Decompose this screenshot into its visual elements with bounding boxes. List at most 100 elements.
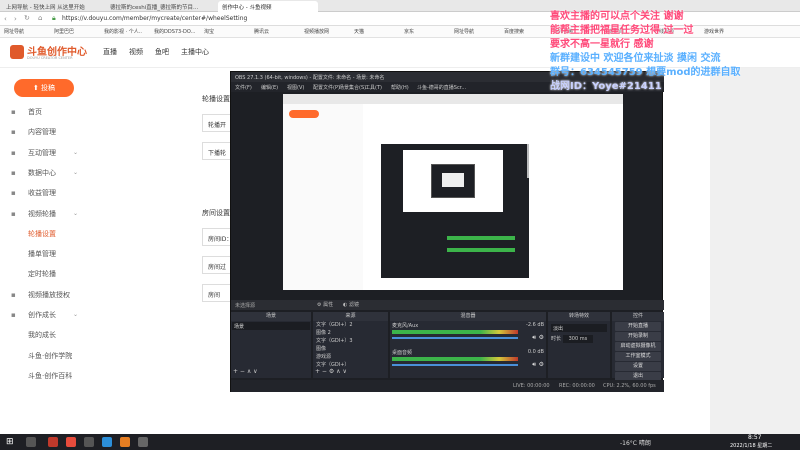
url-input[interactable]: https://v.douyu.com/member/mycreate/cent…	[62, 15, 247, 22]
obs-menu-item[interactable]: 编辑(E)	[261, 84, 278, 91]
refresh-icon[interactable]: ↻	[24, 14, 30, 22]
obs-control-button[interactable]: 开始直播	[615, 322, 661, 331]
growth-icon: ▪	[11, 311, 16, 319]
source-item[interactable]: 图像	[313, 345, 388, 353]
app-icon-4[interactable]	[120, 437, 130, 447]
sidebar-item[interactable]: 我的成长	[0, 325, 178, 345]
bookmark-item[interactable]: 天猫	[354, 28, 364, 35]
obs-menu-item[interactable]: 斗鱼-德哥的直播Scr...	[417, 84, 466, 91]
tab-douyu-live[interactable]: 德拉斯的ceshi直播_德拉斯的节目...	[106, 1, 214, 12]
bookmark-item[interactable]: 京东	[404, 28, 414, 35]
sidebar-item[interactable]: 定时轮播	[0, 264, 178, 284]
start-icon[interactable]: ⊞	[6, 437, 14, 447]
obs-menu-item[interactable]: 配置文件(P)	[313, 84, 340, 91]
back-icon[interactable]: ‹	[4, 15, 7, 23]
source-item[interactable]: 文字（GDI+）2	[313, 321, 388, 329]
duration-input[interactable]: 300 ms	[562, 335, 594, 343]
gear-icon[interactable]: ⚙	[539, 361, 544, 368]
obs-menu-item[interactable]: 工具(T)	[365, 84, 382, 91]
tab-navigation[interactable]: 上网导航 - 轻快上网 从这里开始	[2, 1, 102, 12]
volume-slider[interactable]	[392, 364, 518, 366]
sidebar-item-label: 首页	[28, 108, 42, 116]
source-item[interactable]: 游戏源	[313, 353, 388, 361]
sidebar-item-label: 斗鱼·创作百科	[28, 371, 73, 380]
obs-control-button[interactable]: 开始录制	[615, 332, 661, 341]
bookmark-item[interactable]: 网址导航	[4, 28, 24, 35]
obs-menu-item[interactable]: 文件(F)	[235, 84, 252, 91]
overlay-line: 战网ID：Yoye#21411	[550, 81, 662, 92]
bookmark-item[interactable]: 视频播放网	[304, 28, 329, 35]
scene-item[interactable]: 场景	[232, 322, 310, 330]
upload-button[interactable]: ⬆ 投稿	[14, 79, 74, 97]
app-icon-5[interactable]	[138, 437, 148, 447]
app-icon-1[interactable]	[66, 437, 76, 447]
obs-menu-item[interactable]: 帮助(H)	[391, 84, 409, 91]
mixer-channel: 桌面音频 0.0 dB 🔊︎ ⚙	[392, 349, 544, 375]
source-controls[interactable]: + − ⚙ ∧ ∨	[315, 368, 347, 375]
sidebar-item[interactable]: ▪ 首页	[0, 102, 178, 122]
volume-slider[interactable]	[392, 337, 518, 339]
room-id-label: 房间ID：	[208, 236, 233, 243]
bookmark-item[interactable]: 网址导航	[454, 28, 474, 35]
bookmark-item[interactable]: 我的DDS73-DO...	[154, 28, 195, 35]
sidebar-item[interactable]: 播单管理	[0, 244, 178, 264]
source-item[interactable]: 图像 2	[313, 329, 388, 337]
bookmark-item[interactable]: 腾讯云	[254, 28, 269, 35]
obs-menu-item[interactable]: 视图(V)	[287, 84, 304, 91]
filters-button[interactable]: ◐ 滤镜	[343, 301, 359, 308]
obs-control-button[interactable]: 工作室模式	[615, 352, 661, 361]
sidebar-item[interactable]: 斗鱼·创作学院	[0, 346, 178, 366]
room-field-2-label: 房间过	[208, 264, 227, 271]
forward-icon[interactable]: ›	[14, 15, 17, 23]
obs-preview[interactable]	[283, 94, 623, 290]
sidebar-item[interactable]: ▪ 视频播放授权	[0, 285, 178, 305]
stream-overlay: 喜欢主播的可以点个关注 谢谢 能帮主播把福星任务过得 过一过 要求不高一星就行 感谢…	[550, 10, 800, 94]
mixer-channel-name: 麦克风/Aux	[392, 323, 419, 329]
carousel-option-1-label: 轮播开	[208, 122, 227, 129]
source-list: 文字（GDI+）2 图像 2 文字（GDI+）3 图像 游戏源 文字（GDI+）	[313, 321, 388, 369]
bookmark-item[interactable]: 我的影视 · 个人..	[104, 28, 142, 35]
tab-creator-center[interactable]: 创作中心 - 斗鱼视频	[218, 1, 318, 12]
obs-menu-item[interactable]: 场景集合(S)	[339, 84, 366, 91]
sidebar-item[interactable]: ▪ 互动管理 ⌄	[0, 143, 178, 163]
mixer-channel-db: 0.0 dB	[527, 349, 544, 355]
sidebar-item[interactable]: 斗鱼·创作百科	[0, 366, 178, 386]
sidebar-item[interactable]: ▪ 创作成长 ⌄	[0, 305, 178, 325]
chevron-down-icon: ⌄	[72, 311, 78, 318]
sidebar-item[interactable]: ▪ 数据中心 ⌄	[0, 163, 178, 183]
gear-icon[interactable]: ⚙	[539, 334, 544, 341]
top-nav-item[interactable]: 视频	[129, 47, 143, 57]
tab-label: 德拉斯的ceshi直播_德拉斯的节目...	[110, 5, 199, 11]
sources-dock: 来源 文字（GDI+）2 图像 2 文字（GDI+）3 图像 游戏源 文字（GDI+） +…	[313, 312, 388, 378]
top-nav-item[interactable]: 鱼吧	[155, 47, 169, 57]
income-icon: ▪	[11, 189, 16, 198]
sidebar-item[interactable]: ▪ 收益管理	[0, 183, 178, 203]
properties-button[interactable]: ⚙ 属性	[317, 301, 333, 308]
carousel-option-2-label: 下播轮	[208, 150, 227, 157]
scene-controls[interactable]: + − ∧ ∨	[233, 368, 258, 375]
sidebar-item-label: 视频轮播	[28, 209, 56, 218]
browser-icon[interactable]	[48, 437, 58, 447]
obs-control-button[interactable]: 设置	[615, 362, 661, 371]
bookmark-item[interactable]: 百度搜索	[504, 28, 524, 35]
search-icon[interactable]	[26, 437, 36, 447]
top-nav-item[interactable]: 直播	[103, 47, 117, 57]
sidebar-item[interactable]: ▪ 内容管理	[0, 122, 178, 142]
obs-statusbar: LIVE: 00:00:00 REC: 00:00:00 CPU: 2.2%, …	[231, 380, 664, 392]
source-item[interactable]: 文字（GDI+）3	[313, 337, 388, 345]
obs-control-button[interactable]: 启动虚拟摄像机	[615, 342, 661, 351]
sidebar-item[interactable]: 轮播设置	[0, 224, 178, 244]
transition-select[interactable]: 淡出	[551, 324, 607, 332]
top-nav-item[interactable]: 主播中心	[181, 47, 209, 57]
sidebar-item[interactable]: ▪ 视频轮播 ⌄	[0, 204, 178, 224]
bookmark-item[interactable]: 阿里巴巴	[54, 28, 74, 35]
scenes-dock: 场景 场景 + − ∧ ∨	[231, 312, 311, 378]
app-icon-2[interactable]	[84, 437, 94, 447]
speaker-icon[interactable]: 🔊︎	[532, 361, 536, 369]
app-icon-3[interactable]	[102, 437, 112, 447]
volume-meter	[392, 330, 518, 334]
speaker-icon[interactable]: 🔊︎	[532, 334, 536, 342]
controls-dock-title: 控件	[612, 312, 664, 321]
bookmark-item[interactable]: 淘宝	[204, 28, 214, 35]
home-icon[interactable]: ⌂	[38, 14, 42, 22]
